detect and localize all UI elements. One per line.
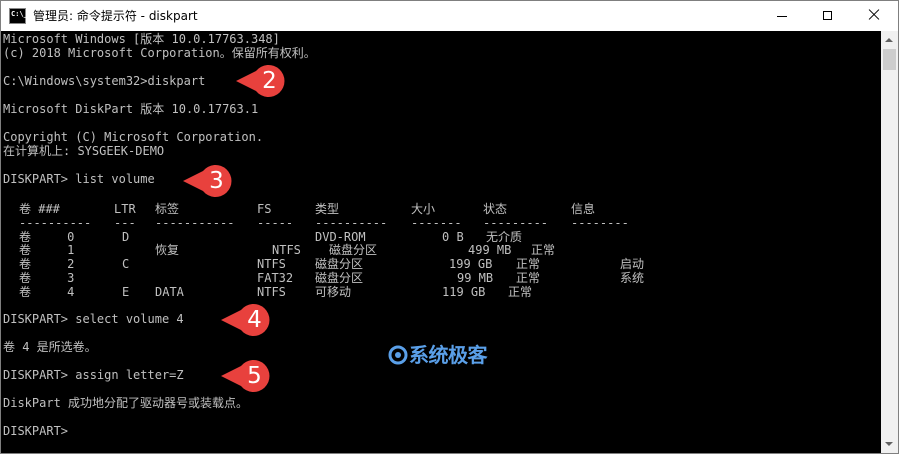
separator: ---------- — [19, 216, 92, 230]
minimize-icon — [777, 16, 787, 17]
volume-status: 无介质 — [486, 230, 523, 244]
separator: --- — [114, 216, 136, 230]
sysgeek-logo-icon — [388, 345, 408, 365]
separator: --------- — [483, 216, 549, 230]
console-line: DiskPart 成功地分配了驱动器号或装载点。 — [3, 396, 249, 410]
maximize-icon — [823, 11, 832, 20]
maximize-button[interactable] — [805, 1, 851, 31]
volume-status: 正常 — [508, 285, 533, 299]
console-line: DISKPART> select volume 4 — [3, 312, 184, 326]
volume-status: 正常 — [516, 257, 541, 271]
console-line: 卷 4 是所选卷。 — [3, 340, 97, 354]
volume-number: 卷 2 — [19, 257, 75, 271]
close-button[interactable] — [851, 1, 897, 31]
console-line: DISKPART> list volume — [3, 172, 155, 186]
volume-info: 启动 — [620, 257, 645, 271]
volume-size: 0 B — [442, 230, 464, 244]
volume-info: 系统 — [620, 271, 645, 285]
scroll-thumb[interactable] — [883, 49, 896, 70]
console-line: C:\Windows\system32>diskpart — [3, 74, 206, 88]
callout-marker: 4 — [221, 303, 273, 337]
volume-number: 卷 1 — [19, 243, 75, 257]
console-output[interactable]: Microsoft Windows [版本 10.0.17763.348] (c)… — [1, 31, 881, 453]
drive-letter: C — [122, 257, 130, 271]
console-line: (c) 2018 Microsoft Corporation。保留所有权利。 — [3, 46, 316, 60]
callout-marker: 2 — [236, 64, 288, 98]
command-prompt-window: C:\_ 管理员: 命令提示符 - diskpart Microsoft Win… — [0, 0, 899, 454]
volume-size: 99 MB — [457, 271, 494, 285]
volume-number: 卷 3 — [19, 271, 75, 285]
volume-number: 卷 0 — [19, 230, 75, 244]
console-line: DISKPART> — [3, 424, 69, 438]
separator: ----- — [257, 216, 294, 230]
vertical-scrollbar[interactable] — [881, 31, 898, 453]
volume-label: 恢复 — [155, 243, 180, 257]
volume-type: 磁盘分区 — [329, 243, 378, 257]
separator: -------- — [571, 216, 629, 230]
callout-number: 4 — [247, 307, 262, 333]
header-label: 标签 — [155, 202, 180, 216]
callout-number: 5 — [247, 363, 262, 389]
volume-size: 119 GB — [442, 285, 486, 299]
console-line: 在计算机上: SYSGEEK-DEMO — [3, 144, 165, 158]
watermark-logo: 系统极客 — [387, 341, 517, 369]
console-line: Microsoft DiskPart 版本 10.0.17763.1 — [3, 102, 259, 116]
separator: ----------- — [155, 216, 235, 230]
volume-status: 正常 — [531, 243, 556, 257]
callout-number: 3 — [209, 168, 224, 194]
separator: ------- — [411, 216, 462, 230]
title-bar[interactable]: C:\_ 管理员: 命令提示符 - diskpart — [1, 1, 898, 31]
volume-type: 磁盘分区 — [315, 271, 364, 285]
volume-type: DVD-ROM — [315, 230, 366, 244]
separator: ---------- — [315, 216, 388, 230]
header-size: 大小 — [411, 202, 436, 216]
console-line: Copyright (C) Microsoft Corporation. — [3, 130, 264, 144]
volume-type: 可移动 — [315, 285, 352, 299]
callout-marker: 5 — [221, 359, 273, 393]
minimize-button[interactable] — [759, 1, 805, 31]
callout-number: 2 — [262, 68, 277, 94]
console-line: DISKPART> assign letter=Z — [3, 368, 184, 382]
filesystem: NTFS — [257, 285, 286, 299]
volume-number: 卷 4 — [19, 285, 75, 299]
volume-label: DATA — [155, 285, 184, 299]
close-icon — [867, 8, 881, 22]
volume-status: 正常 — [516, 271, 541, 285]
command-prompt-icon[interactable]: C:\_ — [9, 8, 28, 24]
filesystem: NTFS — [272, 243, 301, 257]
filesystem: FAT32 — [257, 271, 294, 285]
header-fs: FS — [257, 202, 272, 216]
console-line: Microsoft Windows [版本 10.0.17763.348] — [3, 32, 280, 46]
callout-marker: 3 — [183, 164, 235, 198]
watermark-text: 系统极客 — [409, 343, 488, 367]
volume-size: 499 MB — [468, 243, 512, 257]
app-icon-label: C:\_ — [11, 10, 28, 18]
scroll-up-arrow-icon[interactable] — [881, 31, 898, 48]
drive-letter: D — [122, 230, 130, 244]
scroll-down-arrow-icon[interactable] — [881, 436, 898, 453]
filesystem: NTFS — [257, 257, 286, 271]
header-letter: LTR — [114, 202, 136, 216]
header-status: 状态 — [483, 202, 508, 216]
volume-type: 磁盘分区 — [315, 257, 364, 271]
volume-size: 199 GB — [449, 257, 493, 271]
header-type: 类型 — [315, 202, 340, 216]
drive-letter: E — [122, 285, 130, 299]
window-title: 管理员: 命令提示符 - diskpart — [33, 9, 198, 23]
header-volume: 卷 ### — [19, 202, 60, 216]
header-info: 信息 — [571, 202, 596, 216]
